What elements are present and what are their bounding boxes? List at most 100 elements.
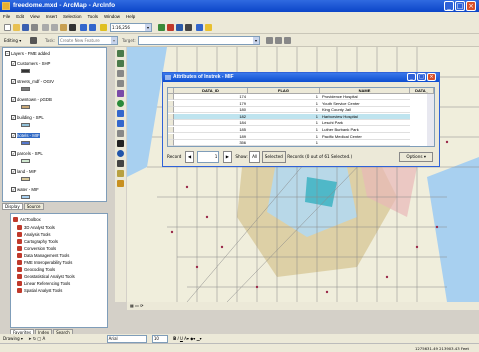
find-icon[interactable]: [117, 160, 124, 167]
toc-layer[interactable]: ✓ building - SPL: [11, 114, 44, 121]
table-cell-name[interactable]: Luther Burbank Park: [320, 127, 410, 133]
toc-layer[interactable]: ✓ water - MIF: [11, 186, 39, 193]
attributes-icon[interactable]: [275, 37, 282, 44]
arccatalog-icon[interactable]: [176, 24, 183, 31]
save-icon[interactable]: [22, 24, 29, 31]
menu-insert[interactable]: Insert: [43, 12, 60, 21]
menu-tools[interactable]: Tools: [85, 12, 102, 21]
layer-visibility-checkbox[interactable]: ✓: [11, 187, 16, 193]
table-cell-id[interactable]: 189: [174, 134, 248, 140]
layer-visibility-checkbox[interactable]: ✓: [11, 115, 16, 121]
table-cell-id[interactable]: 182: [174, 113, 248, 120]
new-document-icon[interactable]: [4, 24, 11, 31]
layer-symbol-swatch[interactable]: [21, 105, 30, 109]
table-cell-flag[interactable]: 1: [248, 120, 320, 127]
toolbox-item[interactable]: Spatial Analyst Tools: [17, 287, 62, 294]
toolbox-item[interactable]: Cartography Tools: [17, 238, 58, 245]
hyperlink-icon[interactable]: [117, 180, 124, 187]
menu-view[interactable]: View: [27, 12, 43, 21]
toc-layer[interactable]: ✓ Customers - SHP: [11, 60, 50, 67]
toc-layer[interactable]: ✓ hotels - MIF: [11, 132, 40, 139]
tab-source[interactable]: Source: [23, 203, 44, 210]
delete-icon[interactable]: [69, 24, 76, 31]
table-cell-name[interactable]: Pacific Medical Center: [320, 134, 410, 140]
select-features-icon[interactable]: [117, 130, 124, 137]
pan-icon[interactable]: [117, 90, 124, 97]
fixed-zoom-in-icon[interactable]: [117, 70, 124, 77]
table-cell-id[interactable]: 185: [174, 127, 248, 133]
font-color-icon[interactable]: A▾: [184, 336, 189, 341]
minimize-icon[interactable]: _: [407, 73, 416, 81]
menu-window[interactable]: Window: [101, 12, 123, 21]
fill-color-icon[interactable]: ◆▾: [190, 336, 195, 341]
table-cell-name[interactable]: Youth Service Center: [320, 101, 410, 107]
layer-symbol-swatch[interactable]: [21, 87, 30, 91]
layer-symbol-swatch[interactable]: [21, 159, 30, 163]
layer-symbol-swatch[interactable]: [21, 69, 30, 73]
arctoolbox-icon[interactable]: [167, 24, 174, 31]
menu-help[interactable]: Help: [123, 12, 138, 21]
help-icon[interactable]: [196, 24, 203, 31]
select-elements-icon[interactable]: ➤: [28, 336, 31, 341]
identify-icon[interactable]: [117, 150, 124, 157]
table-cell-name[interactable]: Harborview Hospital: [320, 113, 410, 120]
show-selected-button[interactable]: Selected: [261, 151, 286, 163]
table-cell-flag[interactable]: 1: [248, 113, 320, 120]
toolbox-item[interactable]: Linear Referencing Tools: [17, 280, 70, 287]
data-view-icon[interactable]: ▦: [130, 303, 134, 308]
layer-symbol-swatch[interactable]: [21, 141, 30, 145]
sketch-tool-icon[interactable]: [30, 37, 37, 44]
forward-extent-icon[interactable]: [117, 120, 124, 127]
add-data-icon[interactable]: [100, 24, 107, 31]
toolbox-item[interactable]: Geocoding Tools: [17, 266, 55, 273]
vertical-scrollbar[interactable]: [427, 94, 434, 146]
show-all-button[interactable]: All: [249, 151, 261, 163]
menu-edit[interactable]: Edit: [13, 12, 27, 21]
layer-visibility-checkbox[interactable]: ✓: [11, 79, 16, 85]
full-extent-icon[interactable]: [117, 100, 124, 107]
record-number-field[interactable]: 1: [197, 151, 220, 163]
editor-menu[interactable]: Editing ▾: [4, 37, 21, 44]
table-cell-id[interactable]: 179: [174, 101, 248, 107]
layer-symbol-swatch[interactable]: [21, 123, 30, 127]
layer-visibility-checkbox[interactable]: ✓: [11, 97, 16, 103]
select-elements-icon[interactable]: [117, 140, 124, 147]
editor-toolbar-icon[interactable]: [158, 24, 165, 31]
layer-visibility-checkbox[interactable]: ✓: [11, 61, 16, 67]
table-cell-name[interactable]: [320, 140, 410, 146]
table-cell-flag[interactable]: 1: [248, 101, 320, 107]
toc-root[interactable]: − Layers - FME added: [5, 50, 50, 57]
close-icon[interactable]: ×: [466, 1, 476, 11]
bold-icon[interactable]: B: [173, 336, 176, 341]
menu-file[interactable]: File: [0, 12, 13, 21]
toc-layer[interactable]: ✓ land - MIF: [11, 168, 36, 175]
table-cell-flag[interactable]: 1: [248, 107, 320, 114]
cut-icon[interactable]: [42, 24, 49, 31]
open-folder-icon[interactable]: [13, 24, 20, 31]
layer-visibility-checkbox[interactable]: ✓: [11, 133, 16, 139]
toolbox-item[interactable]: FME Interoperability Tools: [17, 259, 72, 266]
redo-icon[interactable]: [89, 24, 96, 31]
first-record-button[interactable]: ◀: [184, 151, 195, 163]
maximize-icon[interactable]: □: [417, 73, 426, 81]
task-combo[interactable]: Create New Feature ▾: [58, 36, 118, 45]
options-button[interactable]: Options ▾: [399, 152, 433, 162]
edit-vertices-icon[interactable]: [266, 37, 273, 44]
toolbox-item[interactable]: 3D Analyst Tools: [17, 224, 55, 231]
table-cell-id[interactable]: 174: [174, 94, 248, 100]
toolbox-item[interactable]: Analysis Tools: [17, 231, 50, 238]
rectangle-icon[interactable]: □: [37, 336, 41, 341]
menu-selection[interactable]: Selection: [60, 12, 85, 21]
sketch-properties-icon[interactable]: [284, 37, 291, 44]
table-cell-flag[interactable]: 1: [248, 134, 320, 140]
toolbox-item[interactable]: Data Management Tools: [17, 252, 69, 259]
zoom-out-icon[interactable]: [117, 60, 124, 67]
toc-layer[interactable]: ✓ streets_mdf - OGIV: [11, 78, 54, 85]
measure-icon[interactable]: [117, 170, 124, 177]
toc-layer[interactable]: ✓ parcels - SPL: [11, 150, 43, 157]
toolbox-item[interactable]: Geostatistical Analyst Tools: [17, 273, 75, 280]
maximize-icon[interactable]: □: [455, 1, 465, 11]
font-size-combo[interactable]: 10: [151, 335, 168, 343]
table-cell-name[interactable]: King County Jail: [320, 107, 410, 114]
scale-combo[interactable]: 1:16,256 ▾: [110, 23, 152, 32]
